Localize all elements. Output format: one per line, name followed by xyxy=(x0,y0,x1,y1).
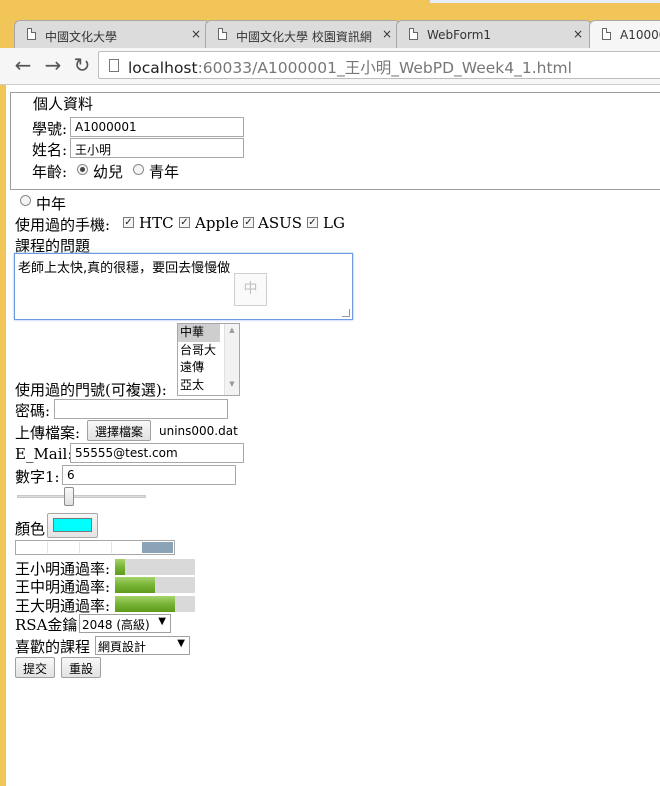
course-select[interactable]: 網頁設計 ▼ xyxy=(95,636,190,655)
progress-xiaoming xyxy=(115,559,195,575)
ime-indicator: 中 xyxy=(234,273,267,306)
close-icon[interactable]: × xyxy=(573,27,583,41)
question-textarea[interactable]: 老師上太快,真的很穩，要回去慢慢做 xyxy=(14,253,353,320)
carriers-label: 使用過的門號(可複選): xyxy=(15,381,167,399)
color-picker-button[interactable] xyxy=(47,513,98,538)
student-id-input[interactable]: A1000001 xyxy=(70,117,244,137)
phone-label: LG xyxy=(323,214,345,232)
dropdown-arrow-icon: ▼ xyxy=(158,616,166,627)
progress-zhongming xyxy=(115,577,195,593)
phones-label: 使用過的手機: xyxy=(15,216,111,234)
resize-handle-icon[interactable] xyxy=(342,309,350,317)
student-id-label: 學號: xyxy=(32,120,68,138)
page-icon xyxy=(409,28,418,40)
progress-fill xyxy=(115,577,155,593)
upload-filename: unins000.dat xyxy=(159,424,238,438)
scroll-up-icon[interactable]: ▲ xyxy=(225,326,239,334)
submit-button[interactable]: 提交 xyxy=(15,657,56,678)
tab-chinese-culture-university[interactable]: 中國文化大學 × xyxy=(14,20,210,48)
reset-button[interactable]: 重設 xyxy=(61,657,102,678)
email-label: E_Mail: xyxy=(15,445,73,463)
window-top-strip xyxy=(0,0,660,20)
phone-checkbox-htc[interactable]: ✓ xyxy=(123,217,134,228)
page-icon xyxy=(218,28,227,40)
meter-segment xyxy=(47,542,48,553)
phone-checkbox-asus[interactable]: ✓ xyxy=(243,217,254,228)
page-icon xyxy=(602,28,611,40)
dropdown-arrow-icon: ▼ xyxy=(177,638,185,649)
close-icon[interactable]: × xyxy=(382,27,392,41)
fieldset-legend: 個人資料 xyxy=(31,93,96,114)
email-input[interactable]: 55555@test.com xyxy=(70,443,244,463)
age-radio-youth[interactable] xyxy=(133,164,144,175)
phone-label: ASUS xyxy=(258,214,303,232)
meter-bar xyxy=(15,540,175,555)
carrier-option[interactable]: 中華 xyxy=(178,324,220,342)
address-bar[interactable]: localhost:60033/A1000001_王小明_WebPD_Week4… xyxy=(98,51,660,79)
range-slider-track[interactable] xyxy=(17,495,146,498)
name-input[interactable]: 王小明 xyxy=(70,138,244,158)
meter-segment xyxy=(111,542,112,553)
phone-checkbox-lg[interactable]: ✓ xyxy=(307,217,318,228)
close-icon[interactable]: × xyxy=(191,27,201,41)
tab-title: A1000001_ xyxy=(620,28,660,42)
back-arrow-icon[interactable]: ← xyxy=(12,54,34,76)
number-label: 數字1: xyxy=(15,468,60,486)
question-text: 老師上太快,真的很穩，要回去慢慢做 xyxy=(18,261,231,276)
url-path: :60033/A1000001_王小明_WebPD_Week4_1.html xyxy=(197,59,572,77)
age-option-label: 青年 xyxy=(149,163,180,181)
tab-title: WebForm1 xyxy=(427,28,492,42)
progress-label: 王中明通過率: xyxy=(15,578,111,596)
age-option-label: 幼兒 xyxy=(93,163,124,181)
color-label: 顏色 xyxy=(15,520,46,538)
phone-label: Apple xyxy=(195,214,239,232)
tab-title: 中國文化大學 校園資訊網 xyxy=(236,30,372,44)
forward-arrow-icon[interactable]: → xyxy=(42,54,64,76)
range-slider-thumb[interactable] xyxy=(64,487,74,506)
address-url: localhost:60033/A1000001_王小明_WebPD_Week4… xyxy=(128,56,572,78)
carriers-listbox[interactable]: 中華 台哥大 遠傳 亞太 ▲ ▼ xyxy=(177,323,240,396)
progress-fill xyxy=(115,596,175,612)
url-host: localhost xyxy=(128,59,198,77)
upload-label: 上傳檔案: xyxy=(15,424,81,442)
number-input[interactable]: 6 xyxy=(62,465,236,485)
progress-fill xyxy=(115,559,125,575)
tab-campus-info[interactable]: 中國文化大學 校園資訊網 × xyxy=(205,20,401,48)
meter-fill xyxy=(142,542,173,553)
tab-webform1[interactable]: WebForm1 × xyxy=(396,20,592,48)
meter-segment xyxy=(79,542,80,553)
page-info-icon[interactable] xyxy=(109,59,119,72)
tab-title: 中國文化大學 xyxy=(45,30,118,44)
password-label: 密碼: xyxy=(15,402,51,420)
age-radio-middle[interactable] xyxy=(20,195,31,206)
age-label: 年齡: xyxy=(32,163,68,181)
name-label: 姓名: xyxy=(32,141,68,159)
scroll-down-icon[interactable]: ▼ xyxy=(225,380,239,388)
progress-daming xyxy=(115,596,195,612)
age-option-label: 中年 xyxy=(36,195,67,213)
progress-label: 王大明通過率: xyxy=(15,597,111,615)
phone-label: HTC xyxy=(139,214,174,232)
phone-checkbox-apple[interactable]: ✓ xyxy=(179,217,190,228)
page-viewport: 個人資料 學號: A1000001 姓名: 王小明 年齡: 幼兒 青年 中年 使… xyxy=(6,85,660,786)
reload-icon[interactable]: ↻ xyxy=(71,54,93,76)
tab-active-page[interactable]: A1000001_ xyxy=(589,20,660,48)
course-selected-value: 網頁設計 xyxy=(98,640,147,654)
listbox-scrollbar[interactable]: ▲ ▼ xyxy=(224,324,239,395)
color-swatch xyxy=(53,518,92,532)
course-label: 喜歡的課程 xyxy=(15,638,91,656)
browser-toolbar: ← → ↻ localhost:60033/A1000001_王小明_WebPD… xyxy=(0,48,660,85)
choose-file-button[interactable]: 選擇檔案 xyxy=(87,420,152,441)
window-caption-area xyxy=(430,0,660,3)
page-icon xyxy=(27,28,36,40)
password-input[interactable] xyxy=(54,399,228,419)
age-radio-child[interactable] xyxy=(77,164,88,175)
rsa-selected-value: 2048 (高級) xyxy=(82,618,150,632)
rsa-label: RSA金鑰 xyxy=(15,616,78,634)
rsa-keygen-select[interactable]: 2048 (高級) ▼ xyxy=(79,614,171,633)
